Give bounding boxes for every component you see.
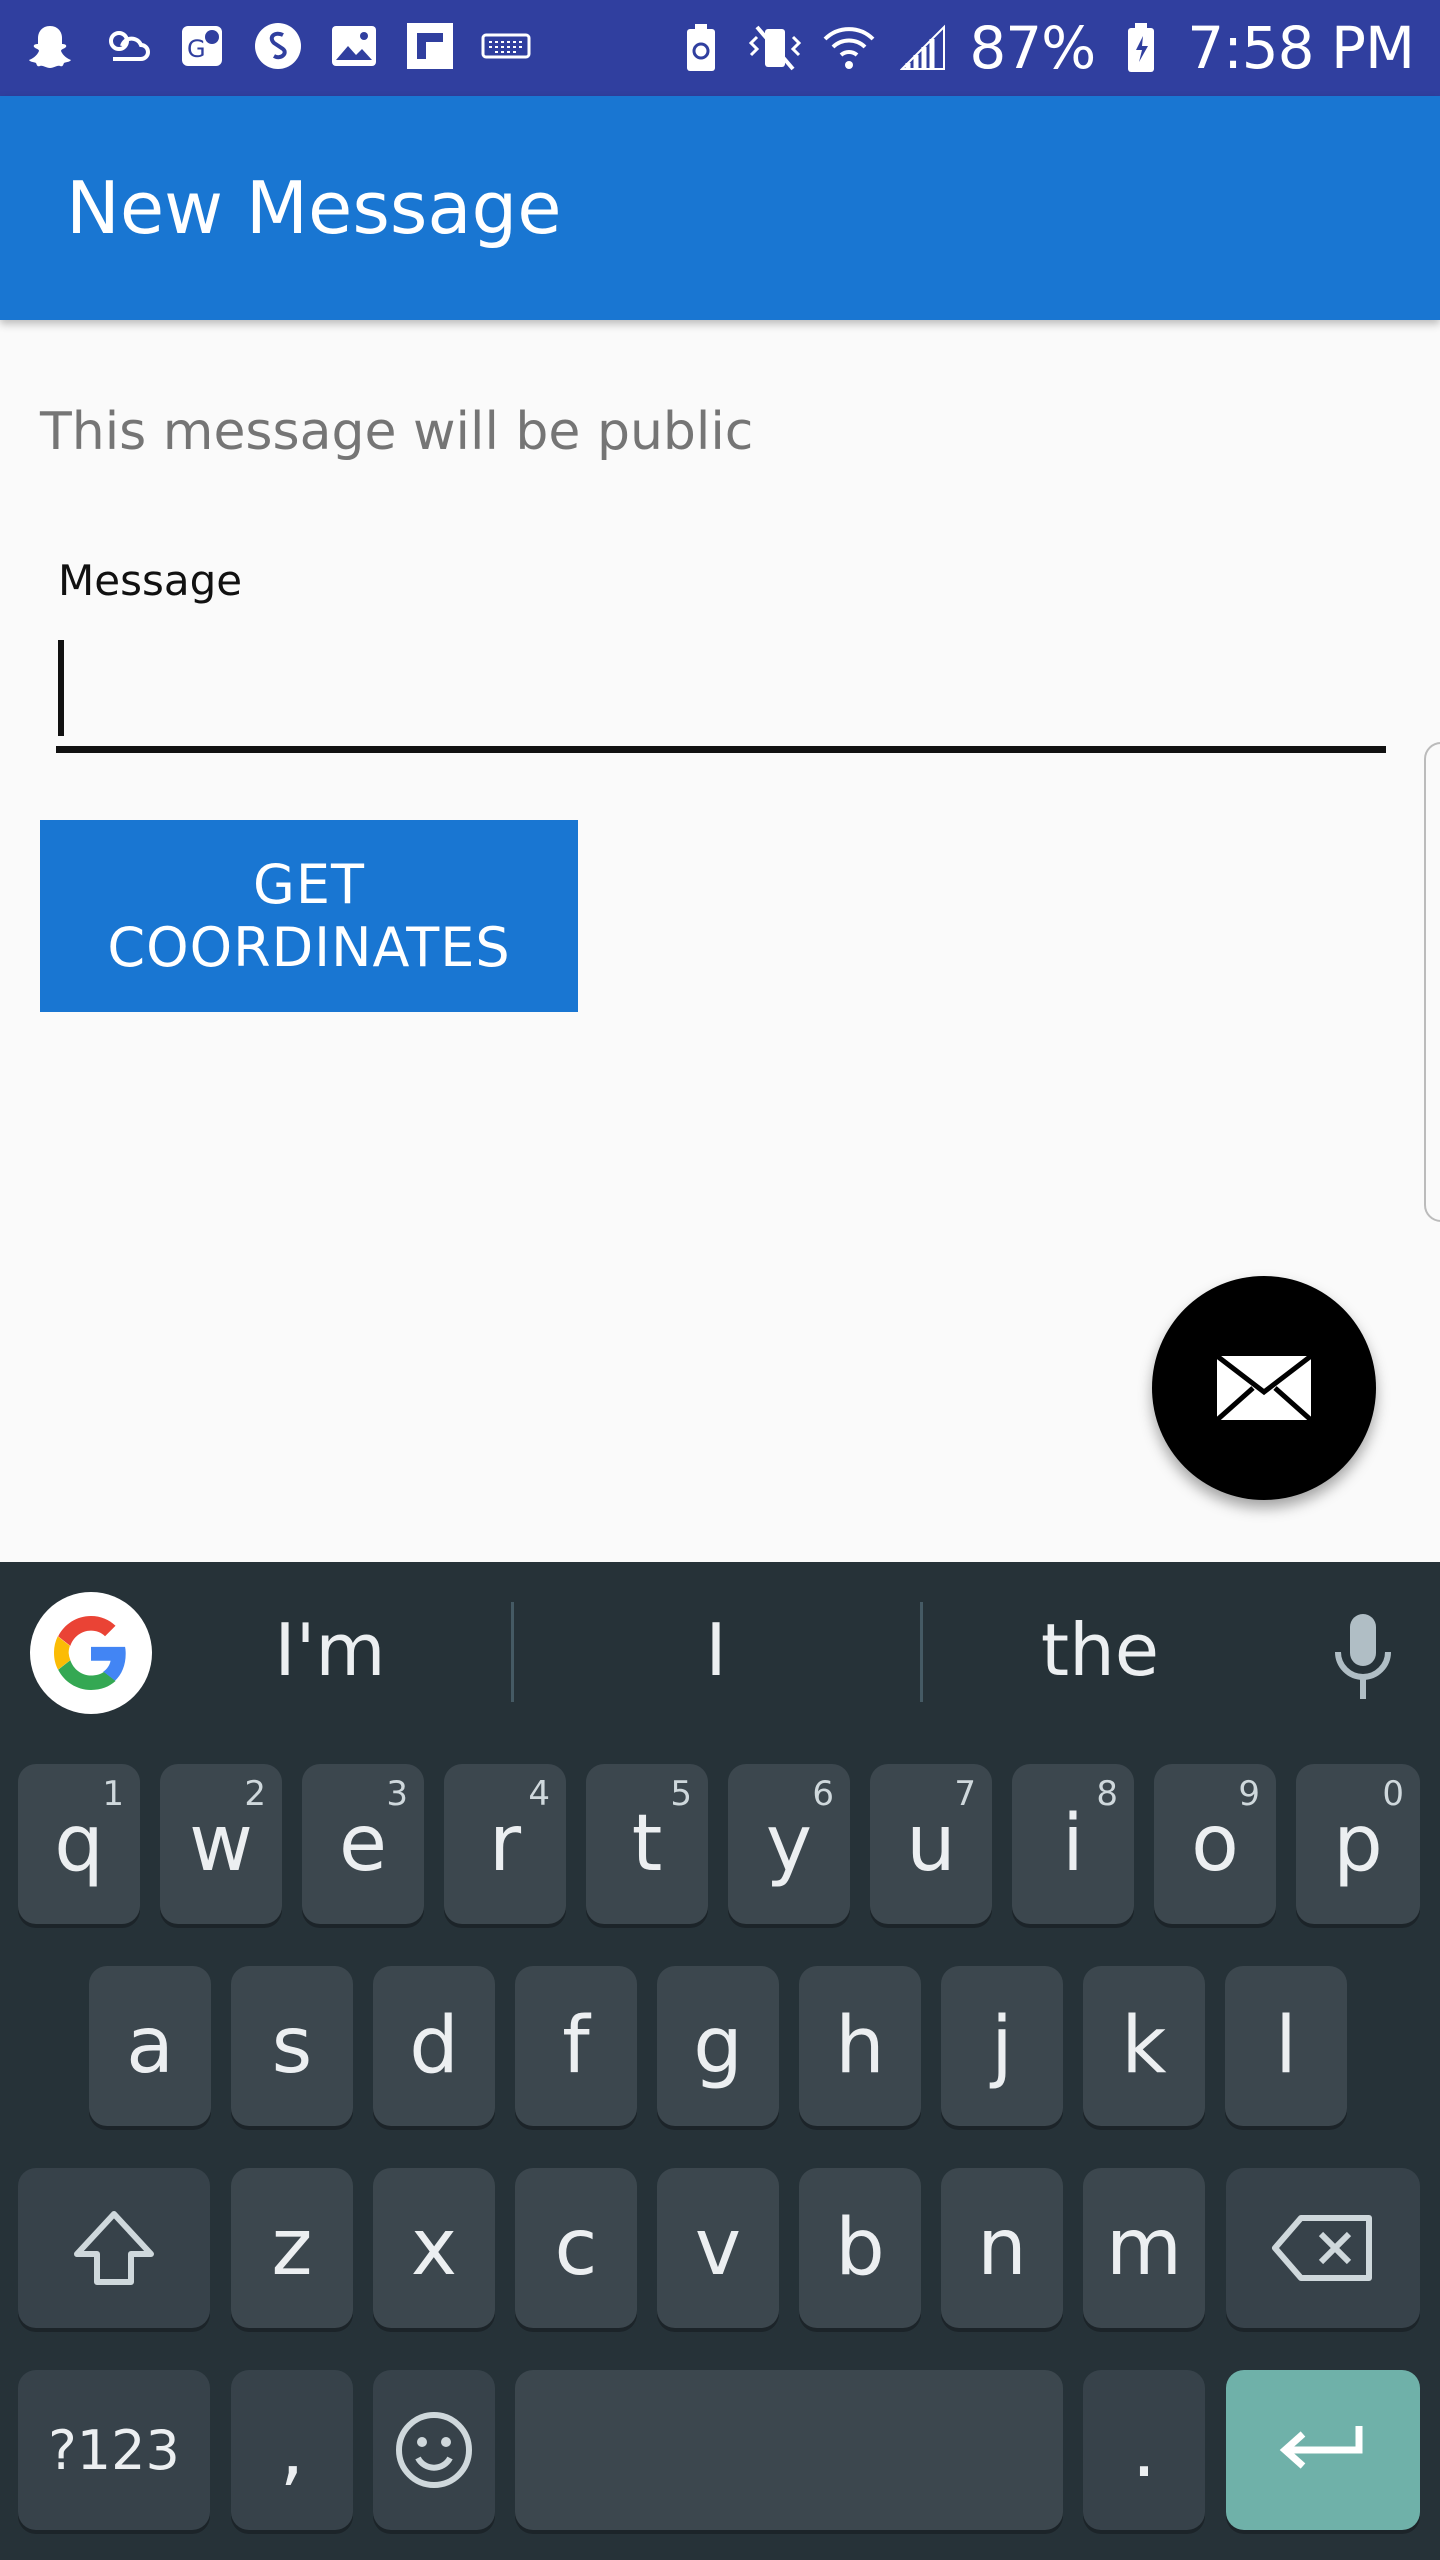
snapchat-icon — [22, 18, 78, 74]
key-r[interactable]: r4 — [444, 1764, 566, 1924]
send-button[interactable] — [1152, 1276, 1376, 1500]
suggestion-divider — [920, 1602, 923, 1702]
backspace-key[interactable] — [1226, 2168, 1420, 2328]
suggestion-strip: I'm I the — [0, 1562, 1440, 1742]
key-h[interactable]: h — [799, 1966, 921, 2126]
wifi-icon — [821, 20, 877, 76]
key-x[interactable]: x — [373, 2168, 495, 2328]
key-n[interactable]: n — [941, 2168, 1063, 2328]
battery-saver-icon — [673, 20, 729, 76]
key-u[interactable]: u7 — [870, 1764, 992, 1924]
edge-panel-handle[interactable] — [1424, 742, 1440, 1222]
envelope-icon — [1215, 1354, 1313, 1422]
key-g[interactable]: g — [657, 1966, 779, 2126]
system-indicators: 87% 7:58 PM — [673, 14, 1415, 82]
keyboard-icon — [478, 18, 534, 74]
gallery-icon — [326, 18, 382, 74]
key-l[interactable]: l — [1225, 1966, 1347, 2126]
google-icon[interactable] — [30, 1592, 152, 1714]
weather-icon — [98, 18, 154, 74]
emoji-icon — [396, 2412, 472, 2488]
key-v[interactable]: v — [657, 2168, 779, 2328]
public-notice: This message will be public — [40, 402, 754, 462]
microphone-icon[interactable] — [1328, 1612, 1398, 1702]
key-w[interactable]: w2 — [160, 1764, 282, 1924]
key-s[interactable]: s — [231, 1966, 353, 2126]
period-key[interactable]: . — [1083, 2370, 1205, 2530]
flipboard-icon — [402, 18, 458, 74]
signal-icon — [895, 20, 951, 76]
battery-charging-icon — [1113, 20, 1169, 76]
space-key[interactable] — [515, 2370, 1063, 2530]
suggestion-divider — [511, 1602, 514, 1702]
notification-icons: G — [22, 18, 534, 74]
key-z[interactable]: z — [231, 2168, 353, 2328]
key-m[interactable]: m — [1083, 2168, 1205, 2328]
key-p[interactable]: p0 — [1296, 1764, 1420, 1924]
message-field-label: Message — [58, 556, 243, 605]
key-y[interactable]: y6 — [728, 1764, 850, 1924]
soft-keyboard: I'm I the q1 w2 e3 r4 t5 y6 u7 i8 o9 p0 … — [0, 1562, 1440, 2560]
enter-key[interactable] — [1226, 2370, 1420, 2530]
key-o[interactable]: o9 — [1154, 1764, 1276, 1924]
key-b[interactable]: b — [799, 2168, 921, 2328]
key-j[interactable]: j — [941, 1966, 1063, 2126]
get-coordinates-button[interactable]: GET COORDINATES — [40, 820, 578, 1012]
key-q[interactable]: q1 — [18, 1764, 140, 1924]
maps-icon: G — [174, 18, 230, 74]
vibrate-icon — [747, 20, 803, 76]
emoji-key[interactable] — [373, 2370, 495, 2530]
key-t[interactable]: t5 — [586, 1764, 708, 1924]
suggestion-1[interactable]: I'm — [180, 1608, 480, 1692]
status-bar: G 87% 7:58 PM — [0, 0, 1440, 96]
symbols-key[interactable]: ?123 — [18, 2370, 210, 2530]
clock: 7:58 PM — [1187, 14, 1415, 82]
page-title: New Message — [66, 166, 562, 250]
key-f[interactable]: f — [515, 1966, 637, 2126]
suggestion-2[interactable]: I — [566, 1608, 866, 1692]
svg-text:G: G — [187, 35, 206, 63]
key-e[interactable]: e3 — [302, 1764, 424, 1924]
key-k[interactable]: k — [1083, 1966, 1205, 2126]
comma-key[interactable]: , — [231, 2370, 353, 2530]
app-bar: New Message — [0, 96, 1440, 320]
shift-icon — [74, 2211, 154, 2285]
key-c[interactable]: c — [515, 2168, 637, 2328]
enter-icon — [1279, 2426, 1363, 2469]
backspace-icon — [1272, 2215, 1372, 2281]
key-a[interactable]: a — [89, 1966, 211, 2126]
key-d[interactable]: d — [373, 1966, 495, 2126]
message-input[interactable] — [56, 630, 1386, 753]
shift-key[interactable] — [18, 2168, 210, 2328]
text-cursor — [58, 640, 64, 736]
suggestion-3[interactable]: the — [950, 1608, 1250, 1692]
key-i[interactable]: i8 — [1012, 1764, 1134, 1924]
battery-percent: 87% — [969, 14, 1096, 82]
shazam-icon — [250, 18, 306, 74]
